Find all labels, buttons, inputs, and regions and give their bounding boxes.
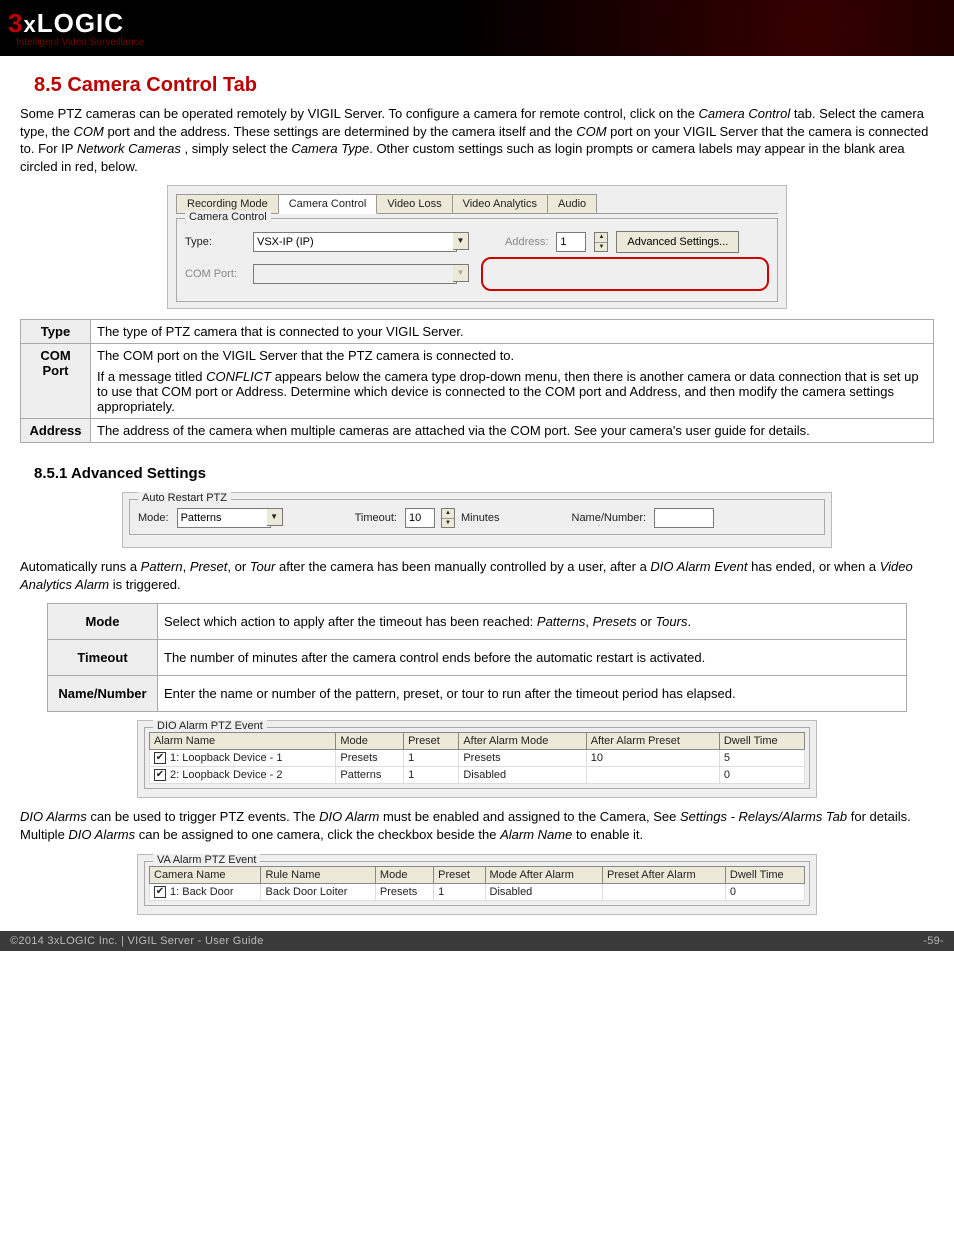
def-key: Mode [48,604,158,640]
chevron-down-icon[interactable]: ▼ [267,508,283,526]
timeout-unit: Minutes [461,512,500,524]
col-after-alarm-mode[interactable]: After Alarm Mode [459,733,586,750]
checkbox-icon[interactable]: ✔ [154,752,166,764]
camera-control-group: Camera Control Type: ▼ Address: ▲▼ Advan… [176,218,778,302]
chevron-down-icon[interactable]: ▼ [453,232,469,250]
group-legend: DIO Alarm PTZ Event [153,720,267,732]
type-label: Type: [185,236,245,248]
table-row[interactable]: ✔1: Loopback Device - 1 Presets 1 Preset… [150,750,805,767]
page-footer: ©2014 3xLOGIC Inc. | VIGIL Server - User… [0,931,954,951]
def-val: Select which action to apply after the t… [158,604,907,640]
address-spinner[interactable]: ▲▼ [594,232,608,252]
auto-restart-panel: Auto Restart PTZ Mode: ▼ Timeout: ▲▼ Min… [122,492,832,548]
col-rule-name[interactable]: Rule Name [261,866,375,883]
va-alarm-panel: VA Alarm PTZ Event Camera Name Rule Name… [137,854,817,915]
subsection-heading: 8.5.1 Advanced Settings [34,465,934,482]
def-val: The COM port on the VIGIL Server that th… [91,344,934,419]
logo-logic: LOGIC [37,8,124,39]
col-dwell-time[interactable]: Dwell Time [719,733,804,750]
def-key: Timeout [48,640,158,676]
logo-three: 3 [8,8,22,39]
address-label: Address: [505,236,548,248]
va-alarm-table: Camera Name Rule Name Mode Preset Mode A… [149,866,805,901]
section-heading: 8.5 Camera Control Tab [34,74,934,97]
namenum-input[interactable] [654,508,714,528]
chevron-up-icon[interactable]: ▲ [442,509,454,519]
col-after-alarm-preset[interactable]: After Alarm Preset [586,733,719,750]
group-legend: Camera Control [185,211,271,223]
type-dropdown[interactable] [253,232,457,252]
chevron-down-icon[interactable]: ▼ [442,519,454,528]
chevron-down-icon[interactable]: ▼ [595,243,607,252]
footer-page-number: -59- [923,935,944,947]
col-preset-after-alarm[interactable]: Preset After Alarm [603,866,726,883]
camera-control-definitions: Type The type of PTZ camera that is conn… [20,319,934,443]
tab-video-loss[interactable]: Video Loss [376,194,452,213]
logo-subtitle: Intelligent Video Surveillance [16,37,144,48]
checkbox-icon[interactable]: ✔ [154,886,166,898]
mode-label: Mode: [138,512,169,524]
dio-alarm-group: DIO Alarm PTZ Event Alarm Name Mode Pres… [144,727,810,789]
tab-audio[interactable]: Audio [547,194,597,213]
dio-alarm-table: Alarm Name Mode Preset After Alarm Mode … [149,732,805,784]
col-mode[interactable]: Mode [336,733,404,750]
advanced-settings-button[interactable]: Advanced Settings... [616,231,739,253]
timeout-input[interactable] [405,508,435,528]
def-key: COM Port [21,344,91,419]
chevron-up-icon[interactable]: ▲ [595,233,607,243]
timeout-spinner[interactable]: ▲▼ [441,508,455,528]
checkbox-icon[interactable]: ✔ [154,769,166,781]
address-input[interactable] [556,232,586,252]
col-mode[interactable]: Mode [375,866,433,883]
intro-paragraph: Some PTZ cameras can be operated remotel… [20,105,934,175]
va-alarm-group: VA Alarm PTZ Event Camera Name Rule Name… [144,861,810,906]
comport-label: COM Port: [185,268,245,280]
brand-header: 3 x LOGIC Intelligent Video Surveillance [0,0,954,56]
auto-restart-group: Auto Restart PTZ Mode: ▼ Timeout: ▲▼ Min… [129,499,825,535]
footer-left: ©2014 3xLOGIC Inc. | VIGIL Server - User… [10,935,264,947]
col-preset[interactable]: Preset [404,733,459,750]
tab-video-analytics[interactable]: Video Analytics [452,194,548,213]
group-legend: Auto Restart PTZ [138,492,231,504]
page-content: 8.5 Camera Control Tab Some PTZ cameras … [0,56,954,931]
tab-camera-control[interactable]: Camera Control [278,194,378,214]
auto-restart-definitions: Mode Select which action to apply after … [47,603,907,712]
def-val: The type of PTZ camera that is connected… [91,320,934,344]
col-mode-after-alarm[interactable]: Mode After Alarm [485,866,603,883]
def-key: Type [21,320,91,344]
auto-restart-paragraph: Automatically runs a Pattern, Preset, or… [20,558,934,593]
chevron-down-icon: ▼ [453,264,469,282]
logo-x: x [23,12,35,38]
def-key: Name/Number [48,676,158,712]
col-alarm-name[interactable]: Alarm Name [150,733,336,750]
def-val: The number of minutes after the camera c… [158,640,907,676]
group-legend: VA Alarm PTZ Event [153,854,260,866]
def-val: The address of the camera when multiple … [91,419,934,443]
namenum-label: Name/Number: [572,512,647,524]
camera-control-panel: Recording Mode Camera Control Video Loss… [167,185,787,309]
dio-alarm-panel: DIO Alarm PTZ Event Alarm Name Mode Pres… [137,720,817,798]
def-val: Enter the name or number of the pattern,… [158,676,907,712]
comport-dropdown [253,264,457,284]
table-row[interactable]: ✔1: Back Door Back Door Loiter Presets 1… [150,883,805,900]
col-preset[interactable]: Preset [434,866,485,883]
mode-dropdown[interactable] [177,508,271,528]
custom-settings-highlight [481,257,769,291]
brand-logo: 3 x LOGIC [8,8,144,39]
dio-paragraph: DIO Alarms can be used to trigger PTZ ev… [20,808,934,843]
col-camera-name[interactable]: Camera Name [150,866,261,883]
timeout-label: Timeout: [355,512,397,524]
col-dwell-time[interactable]: Dwell Time [725,866,804,883]
def-key: Address [21,419,91,443]
table-row[interactable]: ✔2: Loopback Device - 2 Patterns 1 Disab… [150,767,805,784]
